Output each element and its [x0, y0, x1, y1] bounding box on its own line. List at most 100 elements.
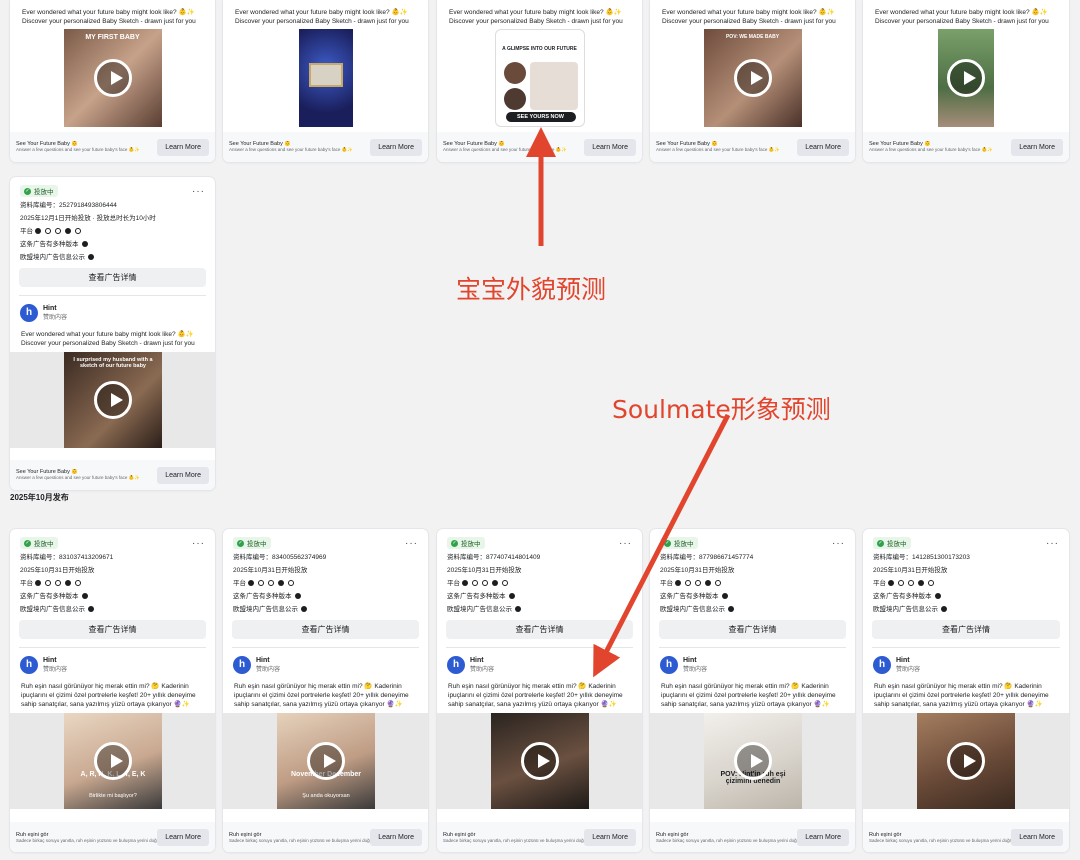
- learn-more-button[interactable]: Learn More: [797, 138, 849, 156]
- info-icon: [81, 593, 88, 600]
- ad-image[interactable]: [298, 29, 353, 127]
- view-ad-details-button[interactable]: 查看广告详情: [232, 620, 419, 639]
- learn-more-button[interactable]: Learn More: [370, 828, 422, 846]
- play-icon[interactable]: [93, 381, 132, 419]
- advertiser: h Hint 赞助内容: [10, 296, 215, 322]
- advertiser-name[interactable]: Hint: [43, 657, 67, 664]
- learn-more-button[interactable]: Learn More: [1011, 138, 1063, 156]
- check-icon: ✓: [664, 539, 671, 547]
- ad-video[interactable]: MY FIRST BABY: [63, 29, 162, 127]
- cta-description: Sadece birkaç soruyu yanıtla, ruh eşinin…: [229, 837, 370, 843]
- cta-row: Ruh eşini gör Sadece birkaç soruyu yanıtl…: [437, 822, 642, 852]
- audience-network-icon: [54, 580, 61, 587]
- ad-video[interactable]: [437, 713, 642, 809]
- play-icon[interactable]: [93, 59, 132, 97]
- instagram-icon: [257, 580, 264, 587]
- learn-more-button[interactable]: Learn More: [157, 828, 209, 846]
- advertiser: h Hint 赞助内容: [223, 648, 428, 674]
- ad-video[interactable]: November December Şu anda okuyorsan: [223, 713, 428, 809]
- learn-more-button[interactable]: Learn More: [157, 466, 209, 484]
- video-overlay-text: MY FIRST BABY: [85, 34, 140, 41]
- learn-more-button[interactable]: Learn More: [584, 828, 636, 846]
- advertiser-logo[interactable]: h: [20, 656, 38, 674]
- check-icon: ✓: [24, 187, 31, 195]
- ad-video[interactable]: I surprised my husband with a sketch of …: [10, 352, 215, 448]
- ad-body-text: Ever wondered what your future baby migh…: [22, 9, 196, 25]
- library-id: 资料库编号：1412851300173203: [873, 554, 970, 561]
- run-date: 2025年10月31日开始投放: [447, 567, 522, 574]
- check-icon: ✓: [877, 539, 884, 547]
- run-date: 2025年10月31日开始投放: [233, 567, 308, 574]
- view-ad-details-button[interactable]: 查看广告详情: [19, 268, 206, 287]
- learn-more-button[interactable]: Learn More: [370, 138, 422, 156]
- advertiser-name[interactable]: Hint: [43, 305, 67, 312]
- advertiser-logo[interactable]: h: [233, 656, 251, 674]
- cta-row: See Your Future Baby 👶 Answer a few quest…: [10, 460, 215, 490]
- multi-version-note: 这条广告有多种版本: [10, 238, 215, 251]
- more-options-icon[interactable]: ···: [192, 186, 205, 197]
- cta-row: See Your Future Baby 👶 Answer a few quest…: [10, 132, 215, 162]
- ad-video[interactable]: A, R, H, K, L, T, E, K Birlikte mi başlı…: [10, 713, 215, 809]
- advertiser-name[interactable]: Hint: [256, 657, 280, 664]
- ad-video[interactable]: POV: WE MADE BABY: [703, 29, 802, 127]
- cta-description: Sadece birkaç soruyu yanıtla, ruh eşinin…: [443, 837, 584, 843]
- view-ad-details-button[interactable]: 查看广告详情: [446, 620, 633, 639]
- advertiser-name[interactable]: Hint: [896, 657, 920, 664]
- play-icon[interactable]: [947, 742, 985, 780]
- platforms: 平台: [10, 577, 215, 590]
- more-options-icon[interactable]: ···: [832, 538, 845, 549]
- ad-image[interactable]: A GLIMPSE INTO OUR FUTURE SEE YOURS NOW: [494, 29, 585, 127]
- facebook-icon: [247, 580, 254, 587]
- ad-video[interactable]: [938, 29, 994, 127]
- platforms: 平台: [650, 577, 855, 590]
- learn-more-button[interactable]: Learn More: [797, 828, 849, 846]
- advertiser-logo[interactable]: h: [447, 656, 465, 674]
- threads-icon: [287, 580, 294, 587]
- video-overlay-text: I surprised my husband with a sketch of …: [73, 357, 153, 369]
- instagram-icon: [471, 580, 478, 587]
- run-date: 2025年12月1日开始投放 · 投放总时长为10小时: [20, 215, 156, 222]
- play-icon[interactable]: [93, 742, 132, 780]
- ad-video[interactable]: POV: Hint'in ruh eşi çizimini denedin: [650, 713, 855, 809]
- advertiser: h Hint 赞助内容: [863, 648, 1069, 674]
- more-options-icon[interactable]: ···: [1046, 538, 1059, 549]
- learn-more-button[interactable]: Learn More: [157, 138, 209, 156]
- ad-card-bottom-1: ✓ 投放中 ··· 资料库编号：831037413209671 2025年10月3…: [10, 529, 215, 852]
- annotation-baby: 宝宝外貌预测: [456, 275, 607, 304]
- advertiser-logo[interactable]: h: [20, 304, 38, 322]
- advertiser-logo[interactable]: h: [873, 656, 891, 674]
- threads-icon: [714, 580, 721, 587]
- ad-body-text: Ruh eşin nasıl görünüyor hiç merak ettin…: [21, 683, 196, 708]
- play-icon[interactable]: [520, 742, 559, 780]
- ad-card-top-4: Ever wondered what your future baby migh…: [650, 0, 855, 162]
- view-ad-details-button[interactable]: 查看广告详情: [872, 620, 1060, 639]
- advertiser-name[interactable]: Hint: [470, 657, 494, 664]
- info-icon: [81, 241, 88, 248]
- info-icon: [88, 254, 94, 261]
- view-ad-details-button[interactable]: 查看广告详情: [659, 620, 846, 639]
- more-options-icon[interactable]: ···: [192, 538, 205, 549]
- play-icon[interactable]: [733, 742, 772, 780]
- video-overlay-subtext: Şu anda okuyorsan: [302, 793, 350, 799]
- info-icon: [515, 606, 521, 613]
- view-ad-details-button[interactable]: 查看广告详情: [19, 620, 206, 639]
- ad-card-bottom-3: ✓ 投放中 ··· 资料库编号：877407414801409 2025年10月3…: [437, 529, 642, 852]
- info-icon: [941, 606, 947, 613]
- messenger-icon: [64, 580, 71, 587]
- cta-description: Answer a few questions and see your futu…: [443, 147, 567, 152]
- more-options-icon[interactable]: ···: [619, 538, 632, 549]
- more-options-icon[interactable]: ···: [405, 538, 418, 549]
- advertiser-name[interactable]: Hint: [683, 657, 707, 664]
- audience-network-icon: [907, 580, 914, 587]
- ad-body-text: Ruh eşin nasıl görünüyor hiç merak ettin…: [874, 683, 1049, 708]
- eu-transparency: 欧盟境内广告信息公示: [437, 603, 642, 616]
- library-id: 资料库编号：834005562374969: [233, 554, 327, 561]
- play-icon[interactable]: [306, 742, 345, 780]
- play-icon[interactable]: [947, 59, 985, 97]
- learn-more-button[interactable]: Learn More: [1011, 828, 1063, 846]
- learn-more-button[interactable]: Learn More: [584, 138, 636, 156]
- play-icon[interactable]: [733, 59, 772, 97]
- ad-video[interactable]: [863, 713, 1069, 809]
- advertiser-logo[interactable]: h: [660, 656, 678, 674]
- messenger-icon: [917, 580, 924, 587]
